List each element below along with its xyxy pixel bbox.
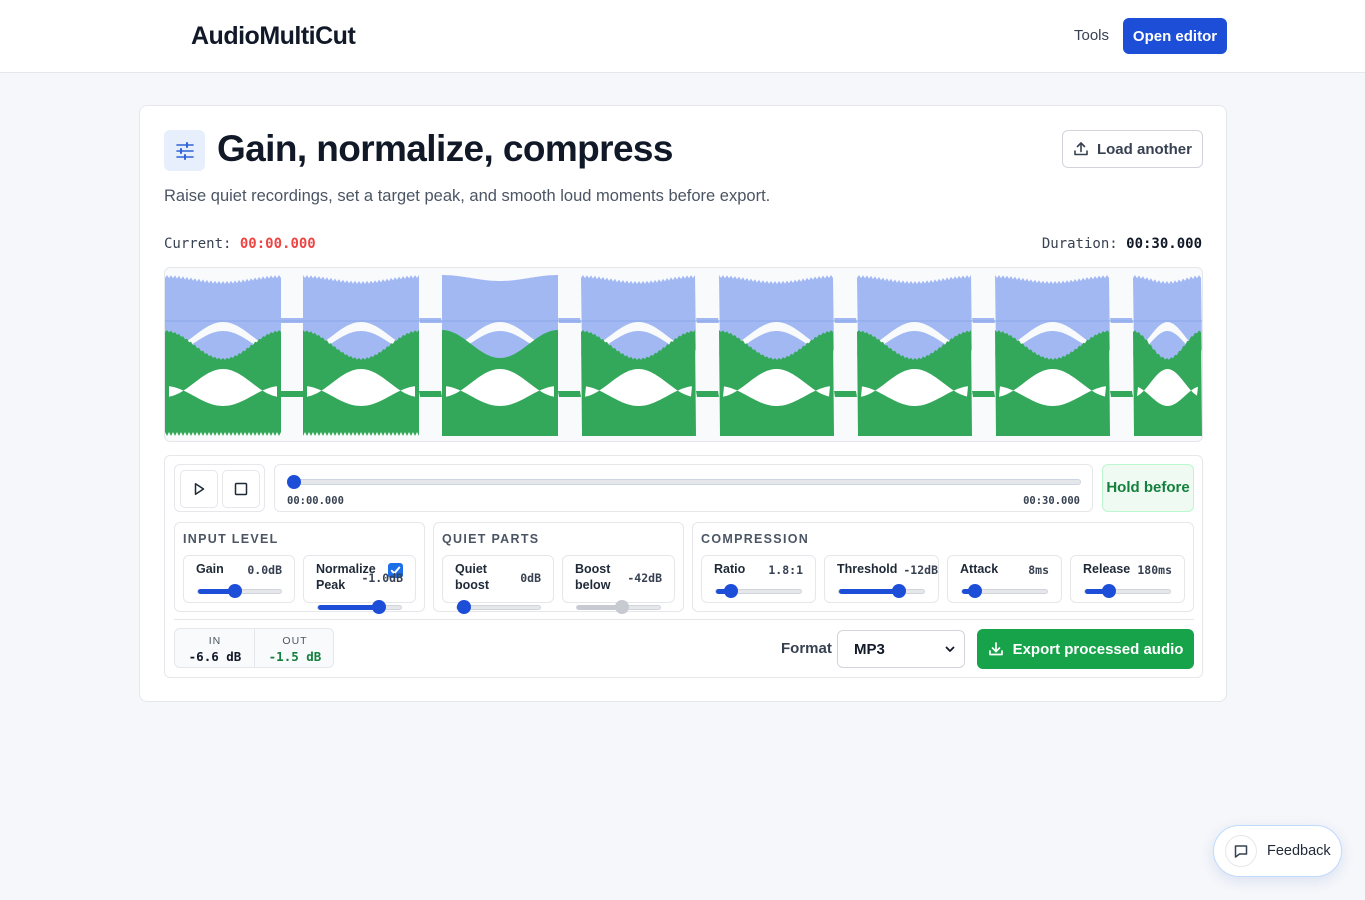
compression-title: COMPRESSION — [701, 532, 810, 546]
meter-out-value: -1.5 dB — [268, 649, 322, 664]
waveform-canvas[interactable] — [165, 268, 1202, 441]
export-button-label: Export processed audio — [1012, 640, 1184, 658]
upload-icon — [1074, 142, 1088, 156]
waveform-gap-line-processed — [972, 391, 995, 397]
format-selected-value: MP3 — [854, 641, 885, 658]
chevron-down-icon — [945, 646, 955, 652]
top-navigation: AudioMultiCut Tools Open editor — [0, 0, 1365, 73]
input-level-group: INPUT LEVEL Gain 0.0dB Normalize Peak -1… — [174, 522, 425, 614]
current-time-label: Current: — [164, 236, 232, 252]
threshold-value: -12dB — [903, 563, 938, 577]
ratio-slider[interactable] — [715, 584, 802, 598]
feedback-label: Feedback — [1267, 843, 1331, 859]
quiet-boost-value: 0dB — [520, 571, 541, 585]
stop-icon — [234, 482, 248, 496]
format-label: Format — [781, 640, 832, 657]
export-button[interactable]: Export processed audio — [977, 629, 1194, 669]
playback-seek: 00:00.000 00:30.000 — [274, 464, 1093, 512]
threshold-control: Threshold -12dB — [824, 555, 939, 603]
boost-below-slider[interactable] — [576, 600, 661, 614]
stop-button[interactable] — [222, 470, 260, 508]
current-time-value: 00:00.000 — [239, 236, 316, 252]
brand[interactable]: AudioMultiCut — [140, 18, 356, 54]
waveform-gap-line-processed — [558, 391, 581, 397]
duration: Duration: 00:30.000 — [1042, 236, 1202, 252]
attack-value: 8ms — [1028, 563, 1049, 577]
seek-end-time: 00:30.000 — [1023, 495, 1080, 507]
attack-label: Attack — [960, 562, 999, 576]
processing-card: Gain, normalize, compress Load another R… — [139, 105, 1227, 702]
level-meter: IN -6.6 dB OUT -1.5 dB — [174, 628, 334, 668]
gain-control: Gain 0.0dB — [183, 555, 295, 603]
quiet-boost-label: Quiet boost — [455, 562, 490, 592]
boost-below-label: Boost below — [575, 562, 611, 592]
ratio-value: 1.8:1 — [768, 563, 803, 577]
attack-control: Attack 8ms — [947, 555, 1062, 603]
gain-slider[interactable] — [197, 584, 282, 598]
format-select[interactable]: MP3 — [837, 630, 965, 668]
seek-thumb[interactable] — [287, 475, 301, 489]
normalize-slider[interactable] — [317, 600, 402, 614]
play-button[interactable] — [180, 470, 218, 508]
input-level-title: INPUT LEVEL — [183, 532, 279, 546]
meter-in-value: -6.6 dB — [188, 649, 242, 664]
sliders-icon — [164, 130, 205, 171]
load-another-label: Load another — [1096, 140, 1192, 158]
quiet-parts-group: QUIET PARTS Quiet boost 0dB Boost below … — [433, 522, 684, 614]
page-title: Gain, normalize, compress — [217, 128, 673, 169]
boost-below-control: Boost below -42dB — [562, 555, 675, 614]
transport-controls — [174, 464, 265, 512]
message-icon — [1225, 835, 1257, 867]
meter-in: IN -6.6 dB — [175, 629, 255, 667]
load-another-button[interactable]: Load another — [1062, 130, 1203, 168]
audio-waveform-icon — [140, 26, 178, 46]
play-icon — [194, 483, 205, 495]
attack-slider[interactable] — [961, 584, 1048, 598]
duration-label: Duration: — [1041, 236, 1118, 252]
waveform-gap-line-processed — [281, 391, 303, 397]
gain-label: Gain — [196, 562, 224, 576]
normalize-control: Normalize Peak -1.0dB — [303, 555, 416, 614]
release-control: Release 180ms — [1070, 555, 1185, 603]
feedback-button[interactable]: Feedback — [1213, 825, 1342, 877]
page-subtitle: Raise quiet recordings, set a target pea… — [164, 187, 771, 205]
waveform-gap-line-processed — [419, 391, 442, 397]
seek-start-time: 00:00.000 — [287, 495, 344, 507]
waveform-gap-line-processed — [696, 391, 719, 397]
download-icon — [988, 642, 1003, 656]
release-value: 180ms — [1137, 563, 1172, 577]
compression-group: COMPRESSION Ratio 1.8:1 Threshold -12dB … — [692, 522, 1194, 612]
hold-before-button[interactable]: Hold before — [1102, 464, 1194, 512]
boost-below-value: -42dB — [627, 571, 662, 585]
release-label: Release — [1083, 562, 1131, 576]
panel-divider — [174, 619, 1194, 620]
brand-name: AudioMultiCut — [191, 21, 356, 50]
waveform-gap-line-processed — [1110, 391, 1133, 397]
ratio-label: Ratio — [714, 562, 746, 576]
release-slider[interactable] — [1084, 584, 1171, 598]
threshold-label: Threshold — [837, 562, 898, 576]
waveform-display[interactable] — [164, 267, 1203, 442]
quiet-boost-control: Quiet boost 0dB — [442, 555, 554, 614]
seek-slider[interactable] — [287, 479, 1081, 485]
open-editor-button[interactable]: Open editor — [1123, 18, 1227, 54]
meter-out-label: OUT — [282, 635, 308, 647]
quiet-boost-slider[interactable] — [456, 600, 541, 614]
ratio-control: Ratio 1.8:1 — [701, 555, 816, 603]
gain-value: 0.0dB — [247, 563, 282, 577]
normalize-value: -1.0dB — [361, 571, 403, 585]
waveform-gap-line-processed — [834, 391, 857, 397]
meter-in-label: IN — [208, 635, 222, 647]
threshold-slider[interactable] — [838, 584, 925, 598]
quiet-parts-title: QUIET PARTS — [442, 532, 540, 546]
current-time: Current: 00:00.000 — [164, 236, 316, 252]
nav-tools-link[interactable]: Tools — [1074, 27, 1109, 44]
meter-out: OUT -1.5 dB — [255, 629, 335, 667]
duration-value: 00:30.000 — [1126, 236, 1202, 252]
controls-panel: 00:00.000 00:30.000 Hold before INPUT LE… — [164, 455, 1203, 678]
